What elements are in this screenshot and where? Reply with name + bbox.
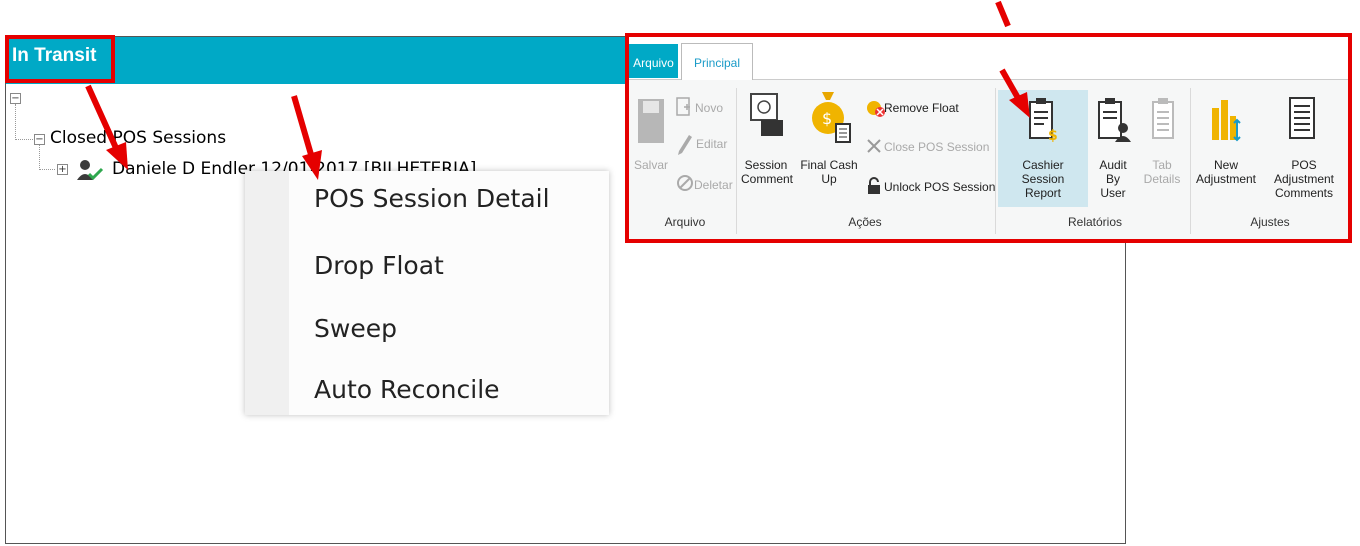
annotation-arrows [85,0,1030,180]
arrow-to-context-menu [291,95,322,180]
arrow-to-session-node [85,84,128,170]
arrow-to-cashier-report [995,0,1011,28]
arrow-to-cashier-report-icon [999,68,1030,118]
